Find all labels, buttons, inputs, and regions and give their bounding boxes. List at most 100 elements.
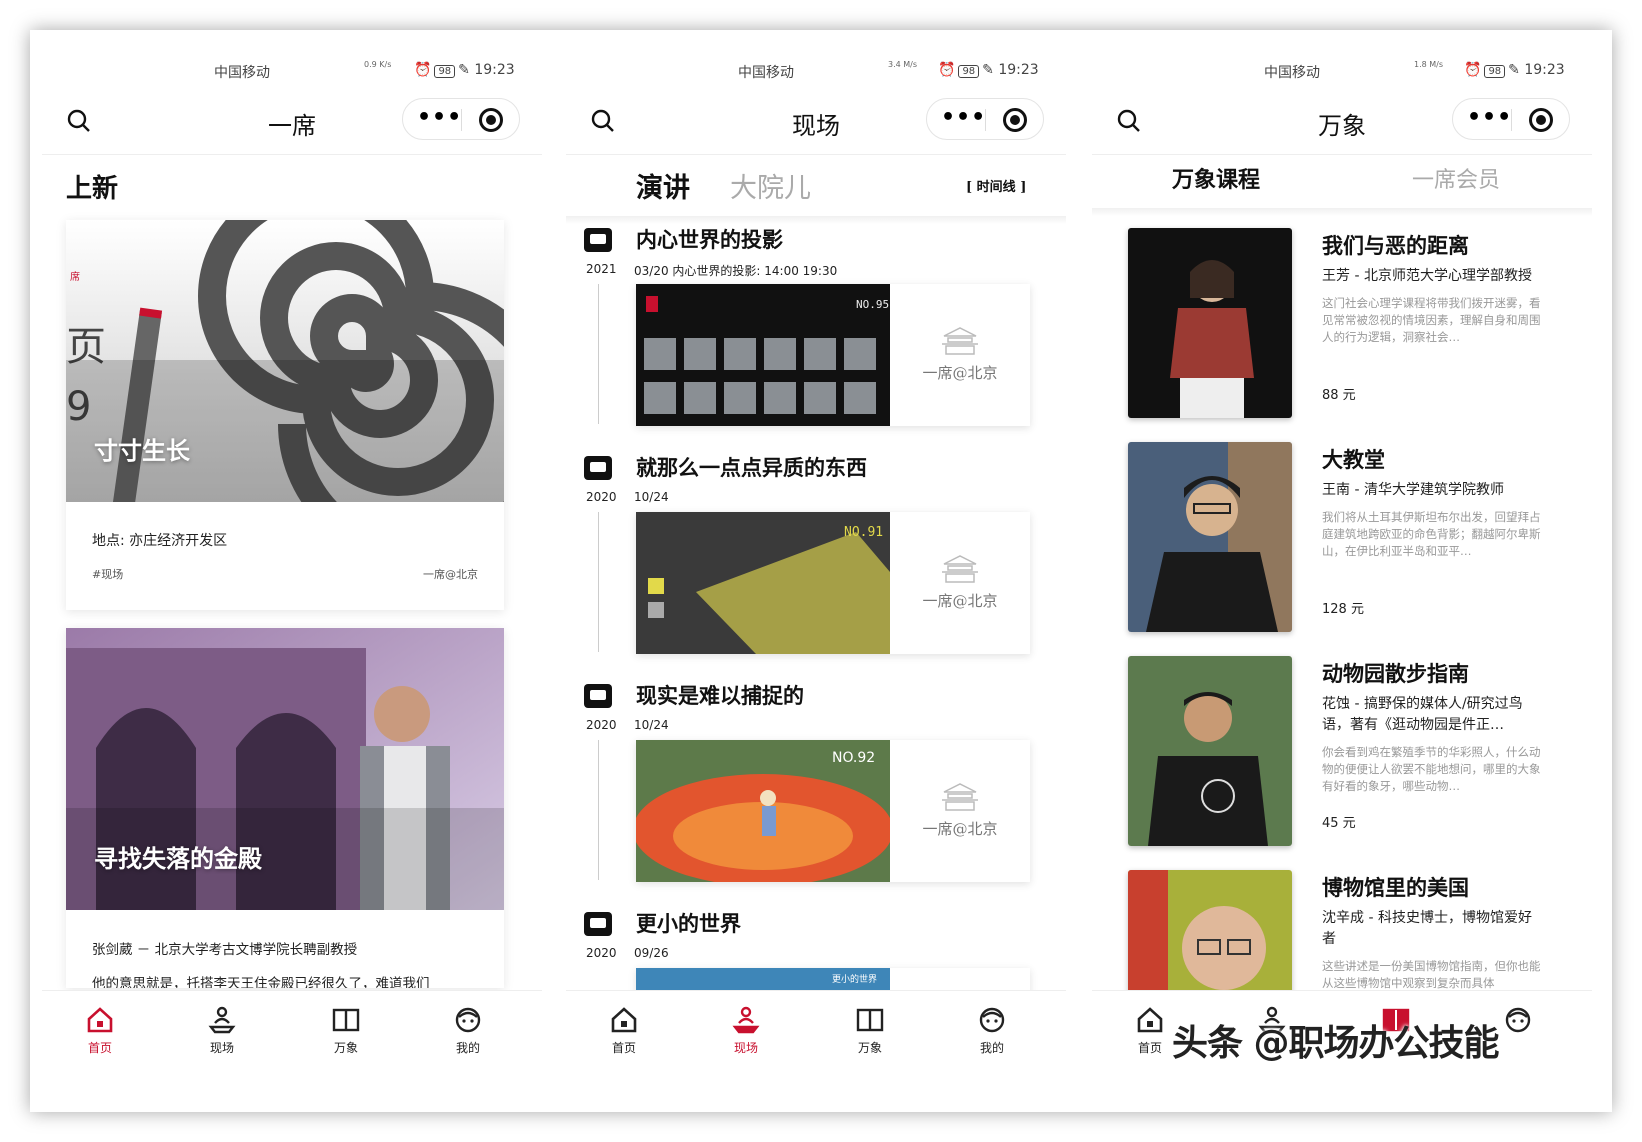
more-icon[interactable]: ••• xyxy=(1467,107,1512,129)
course-info: 动物园散步指南 花蚀 - 搞野保的媒体人/研究过鸟语，著有《逛动物园是件正… 你… xyxy=(1322,660,1544,831)
podium-speaker-icon xyxy=(732,1006,760,1034)
tab-mine[interactable]: 我的 xyxy=(428,1005,508,1056)
watermark: 头条 @职场办公技能 xyxy=(1172,1023,1500,1064)
event-panel[interactable]: NO.92 一席@北京 xyxy=(636,740,1030,882)
status-right: ⏰ 98 ✎ 19:23 xyxy=(938,62,1039,78)
battery-icon: 98 xyxy=(434,65,456,78)
course-item[interactable]: 动物园散步指南 花蚀 - 搞野保的媒体人/研究过鸟语，著有《逛动物园是件正… 你… xyxy=(1128,656,1568,852)
capsule-divider xyxy=(985,109,986,131)
search-icon[interactable] xyxy=(1116,108,1142,134)
feed-card[interactable]: 席 页 9 寸寸生长 地点: 亦庄经济开发区 #现场 一席@北京 xyxy=(66,220,504,610)
course-teacher: 花蚀 - 搞野保的媒体人/研究过鸟语，著有《逛动物园是件正… xyxy=(1322,696,1523,733)
clock: 19:23 xyxy=(1524,62,1565,78)
tv-icon xyxy=(584,912,612,936)
battery-icon: 98 xyxy=(958,65,980,78)
card-meta: 张剑葳 － 北京大学考古文博学院长聘副教授 他的意思就是，托搭李天王住金殿已经很… xyxy=(66,910,504,988)
event-title: 现实是难以捕捉的 xyxy=(636,683,804,708)
course-name: 动物园散步指南 xyxy=(1322,661,1469,686)
event-year: 2020 xyxy=(586,946,617,960)
search-icon[interactable] xyxy=(590,108,616,134)
mini-program-capsule: ••• xyxy=(926,98,1044,140)
poster-badge: NO.91 xyxy=(844,525,883,540)
nav-bar: 现场 ••• xyxy=(566,96,1066,150)
venue-label: 一席@北京 xyxy=(922,592,998,610)
event-title: 内心世界的投影 xyxy=(636,227,783,252)
event-venue: 一席@北京 xyxy=(890,512,1030,654)
nav-divider xyxy=(566,154,1066,155)
event-panel[interactable]: NO.91 一席@北京 xyxy=(636,512,1030,654)
home-icon xyxy=(87,1007,113,1033)
event-year: 2020 xyxy=(586,718,617,732)
card-location: 地点: 亦庄经济开发区 xyxy=(92,533,228,549)
tabs-shadow xyxy=(566,216,1066,224)
tab-home[interactable]: 首页 xyxy=(584,1005,664,1056)
card-tag[interactable]: #现场 xyxy=(92,566,123,582)
battery-icon: 98 xyxy=(1484,65,1506,78)
venue-label: 一席@北京 xyxy=(922,364,998,382)
network-rate: 1.8 M/s xyxy=(1414,60,1444,69)
network-rate: 3.4 M/s xyxy=(888,60,918,69)
course-teacher: 王芳 - 北京师范大学心理学部教授 xyxy=(1322,268,1532,284)
course-desc: 我们将从土耳其伊斯坦布尔出发，回望拜占庭建筑地跨欧亚的命色背影；翻越阿尔卑斯山，… xyxy=(1322,510,1541,558)
tab-label: 万象 xyxy=(333,1041,358,1055)
course-name: 博物馆里的美国 xyxy=(1322,875,1469,900)
search-icon[interactable] xyxy=(66,108,92,134)
status-bar: 中国移动 1.8 M/s ⏰ 98 ✎ 19:23 xyxy=(1092,60,1592,84)
tab-courses-list[interactable]: 万象课程 xyxy=(1172,162,1260,194)
timeline-line xyxy=(598,512,599,652)
event-venue: 一席@北京 xyxy=(890,740,1030,882)
book-icon xyxy=(856,1008,884,1032)
face-icon xyxy=(1505,1007,1531,1033)
course-info: 大教堂 王南 - 清华大学建筑学院教师 我们将从土耳其伊斯坦布尔出发，回望拜占庭… xyxy=(1322,446,1544,617)
tab-home[interactable]: 首页 xyxy=(60,1005,140,1056)
close-target-icon[interactable] xyxy=(479,108,503,132)
carrier-label: 中国移动 xyxy=(214,65,270,81)
course-name: 大教堂 xyxy=(1322,447,1385,472)
clock: 19:23 xyxy=(998,62,1039,78)
carrier-label: 中国移动 xyxy=(738,65,794,81)
section-title: 上新 xyxy=(66,174,119,204)
card-meta: 地点: 亦庄经济开发区 #现场 一席@北京 xyxy=(66,502,504,610)
close-target-icon[interactable] xyxy=(1003,108,1027,132)
course-item[interactable]: 大教堂 王南 - 清华大学建筑学院教师 我们将从土耳其伊斯坦布尔出发，回望拜占庭… xyxy=(1128,442,1568,638)
course-desc: 你会看到鸡在繁殖季节的华彩照人，什么动物的便便让人欲罢不能地想问，哪里的大象有好… xyxy=(1322,745,1541,793)
temple-icon xyxy=(942,783,978,811)
tab-live[interactable]: 现场 xyxy=(706,1005,786,1056)
status-bar: 中国移动 0.9 K/s ⏰ 98 ✎ 19:23 xyxy=(42,60,542,84)
mini-program-capsule: ••• xyxy=(1452,98,1570,140)
home-icon xyxy=(1137,1007,1163,1033)
home-icon xyxy=(611,1007,637,1033)
event-year: 2021 xyxy=(586,262,617,276)
tab-courses[interactable]: 万象 xyxy=(306,1005,386,1056)
face-icon xyxy=(979,1007,1005,1033)
timeline-link[interactable]: [ 时间线 ] xyxy=(966,176,1026,195)
course-photo xyxy=(1128,442,1292,632)
poster-badge: NO.95 xyxy=(856,298,889,311)
feed-card[interactable]: 寻找失落的金殿 张剑葳 － 北京大学考古文博学院长聘副教授 他的意思就是，托搭李… xyxy=(66,628,504,988)
tab-members[interactable]: 一席会员 xyxy=(1412,162,1500,194)
tab-bar: 首页 现场 万象 我的 xyxy=(566,990,1066,1112)
tab-live[interactable]: 现场 xyxy=(182,1005,262,1056)
event-poster: NO.91 xyxy=(636,512,890,654)
card-excerpt: 他的意思就是，托搭李天王住金殿已经很久了，难道我们 xyxy=(92,976,430,988)
more-icon[interactable]: ••• xyxy=(941,107,986,129)
event-panel[interactable]: NO.95 一席@北京 xyxy=(636,284,1030,426)
more-icon[interactable]: ••• xyxy=(417,107,462,129)
close-target-icon[interactable] xyxy=(1529,108,1553,132)
tab-speech[interactable]: 演讲 xyxy=(636,166,690,205)
tab-label: 现场 xyxy=(209,1041,234,1055)
tab-label: 首页 xyxy=(87,1041,112,1055)
event-date: 03/20 内心世界的投影: 14:00 19:30 xyxy=(634,264,838,278)
status-right: ⏰ 98 ✎ 19:23 xyxy=(414,62,515,78)
tab-yard[interactable]: 大院儿 xyxy=(730,166,811,205)
event-year: 2020 xyxy=(586,490,617,504)
phone-home: 中国移动 0.9 K/s ⏰ 98 ✎ 19:23 一席 ••• 上新 席 页 … xyxy=(42,30,542,1112)
tab-mine[interactable]: 我的 xyxy=(952,1005,1032,1056)
card-title: 寸寸生长 xyxy=(94,436,190,465)
venue-label: 一席@北京 xyxy=(922,820,998,838)
temple-icon xyxy=(942,327,978,355)
course-item[interactable]: 我们与恶的距离 王芳 - 北京师范大学心理学部教授 这门社会心理学课程将带我们拨… xyxy=(1128,228,1568,424)
tab-courses[interactable]: 万象 xyxy=(830,1005,910,1056)
card-speaker: 张剑葳 － 北京大学考古文博学院长聘副教授 xyxy=(92,942,358,958)
book-icon xyxy=(332,1008,360,1032)
